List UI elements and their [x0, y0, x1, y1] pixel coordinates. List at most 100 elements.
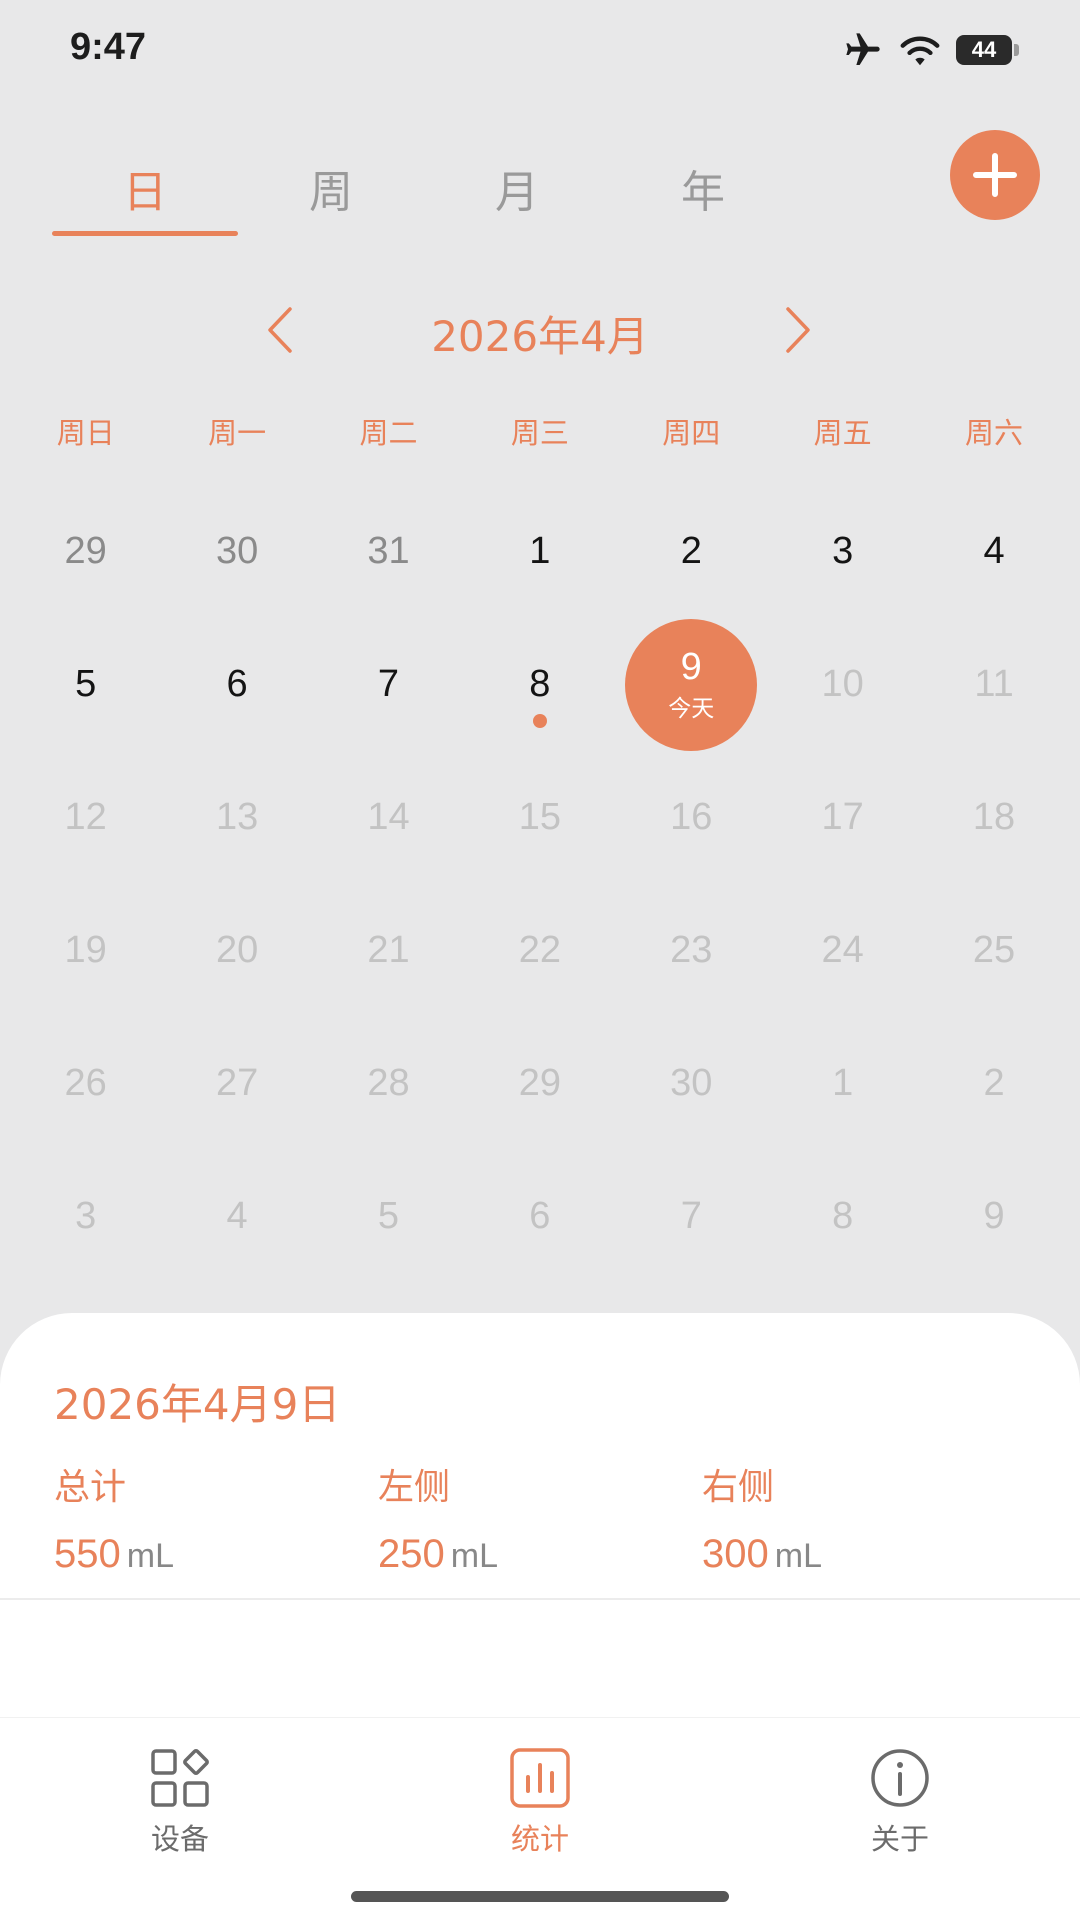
calendar-day[interactable]: 3 — [10, 1150, 161, 1283]
weekday-fri: 周五 — [813, 416, 872, 450]
calendar-day[interactable]: 20 — [161, 884, 312, 1017]
calendar-day[interactable]: 7 — [313, 618, 464, 751]
calendar-day[interactable]: 8 — [464, 618, 615, 751]
plus-icon — [973, 153, 1017, 197]
calendar-day[interactable]: 1 — [464, 485, 615, 618]
nav-statistics[interactable]: 统计 — [440, 1746, 640, 1858]
airplane-mode-icon — [846, 33, 880, 65]
tab-month[interactable]: 月 — [424, 140, 610, 236]
calendar-day[interactable]: 26 — [10, 1017, 161, 1150]
day-number: 16 — [670, 796, 713, 838]
summary-divider — [0, 1598, 1080, 1600]
calendar-day[interactable]: 4 — [161, 1150, 312, 1283]
nav-devices[interactable]: 设备 — [80, 1746, 280, 1858]
tab-week[interactable]: 周 — [238, 140, 424, 236]
stat-left-value: 250 — [378, 1532, 445, 1576]
calendar-day[interactable]: 15 — [464, 751, 615, 884]
calendar-day[interactable]: 11 — [918, 618, 1069, 751]
calendar-day[interactable]: 1 — [767, 1017, 918, 1150]
day-number: 8 — [832, 1195, 854, 1237]
day-number: 25 — [972, 929, 1016, 971]
day-number: 5 — [377, 1195, 400, 1237]
nav-about[interactable]: 关于 — [800, 1746, 1000, 1858]
battery-level: 44 — [971, 37, 997, 62]
day-number: 26 — [64, 1062, 107, 1104]
day-number: 14 — [367, 796, 410, 838]
calendar-day[interactable]: 22 — [464, 884, 615, 1017]
stat-total-value-row: 550 mL — [54, 1532, 174, 1577]
stat-left: 左侧 250 mL — [378, 1458, 498, 1577]
summary-date: 2026年4月9日 — [54, 1380, 341, 1429]
calendar-day[interactable]: 21 — [313, 884, 464, 1017]
calendar-day[interactable]: 16 — [616, 751, 767, 884]
calendar-day[interactable]: 2 — [616, 485, 767, 618]
stat-left-unit: mL — [450, 1537, 498, 1575]
status-icons: 44 — [842, 30, 1019, 70]
day-number: 7 — [680, 1195, 702, 1237]
calendar-day[interactable]: 4 — [918, 485, 1069, 618]
calendar-day[interactable]: 6 — [161, 618, 312, 751]
day-number: 7 — [377, 663, 400, 705]
tab-day[interactable]: 日 — [52, 140, 238, 236]
day-number: 17 — [821, 796, 864, 838]
calendar-day[interactable]: 7 — [616, 1150, 767, 1283]
calendar-day[interactable]: 5 — [313, 1150, 464, 1283]
calendar-day[interactable]: 23 — [616, 884, 767, 1017]
calendar-day[interactable]: 18 — [918, 751, 1069, 884]
weekday-wed: 周三 — [510, 416, 569, 450]
day-number: 20 — [215, 929, 259, 971]
day-number: 6 — [226, 663, 248, 705]
calendar-day[interactable]: 30 — [161, 485, 312, 618]
day-number: 15 — [518, 796, 561, 838]
calendar-day[interactable]: 29 — [464, 1017, 615, 1150]
day-number: 11 — [974, 663, 1014, 705]
weekday-header: 周日 周一 周二 周三 周四 周五 周六 — [10, 410, 1070, 460]
stat-right-value-row: 300 mL — [702, 1532, 822, 1577]
calendar-day[interactable]: 30 — [616, 1017, 767, 1150]
bottom-navigation: 设备 统计 关于 — [0, 1717, 1080, 1920]
day-number: 9 — [983, 1195, 1005, 1237]
next-month-button[interactable] — [768, 295, 828, 365]
calendar-day[interactable]: 3 — [767, 485, 918, 618]
day-number: 2 — [680, 530, 702, 572]
stat-total-unit: mL — [126, 1537, 174, 1575]
day-number: 10 — [821, 663, 864, 705]
calendar-day[interactable]: 31 — [313, 485, 464, 618]
calendar-day[interactable]: 5 — [10, 618, 161, 751]
previous-month-button[interactable] — [250, 295, 310, 365]
calendar-day[interactable]: 12 — [10, 751, 161, 884]
day-number: 2 — [983, 1062, 1005, 1104]
day-number: 22 — [518, 929, 561, 971]
day-number: 31 — [367, 530, 410, 572]
stat-total: 总计 550 mL — [54, 1458, 174, 1577]
calendar-day[interactable]: 14 — [313, 751, 464, 884]
calendar-day[interactable]: 29 — [10, 485, 161, 618]
calendar-day[interactable]: 24 — [767, 884, 918, 1017]
calendar-day[interactable]: 27 — [161, 1017, 312, 1150]
nav-devices-label: 设备 — [150, 1822, 209, 1856]
calendar-day[interactable]: 25 — [918, 884, 1069, 1017]
calendar-day[interactable]: 8 — [767, 1150, 918, 1283]
chevron-left-icon — [268, 307, 292, 353]
day-number: 4 — [983, 530, 1005, 572]
calendar-day-today[interactable]: 9 今天 — [616, 618, 767, 751]
stat-total-value: 550 — [54, 1532, 121, 1576]
calendar-day[interactable]: 6 — [464, 1150, 615, 1283]
calendar-day[interactable]: 2 — [918, 1017, 1069, 1150]
calendar-day[interactable]: 13 — [161, 751, 312, 884]
tab-year[interactable]: 年 — [610, 140, 796, 236]
record-dot — [532, 714, 547, 728]
nav-statistics-label: 统计 — [510, 1822, 569, 1856]
battery-indicator: 44 — [956, 35, 1019, 65]
calendar-day[interactable]: 9 — [918, 1150, 1069, 1283]
day-number: 18 — [972, 796, 1016, 838]
calendar-day[interactable]: 10 — [767, 618, 918, 751]
day-number: 4 — [226, 1195, 248, 1237]
calendar-day[interactable]: 17 — [767, 751, 918, 884]
stat-left-label: 左侧 — [378, 1467, 451, 1508]
calendar-day[interactable]: 19 — [10, 884, 161, 1017]
day-number: 23 — [670, 929, 713, 971]
day-number: 21 — [367, 929, 410, 971]
calendar-day[interactable]: 28 — [313, 1017, 464, 1150]
add-record-button[interactable] — [950, 130, 1040, 220]
